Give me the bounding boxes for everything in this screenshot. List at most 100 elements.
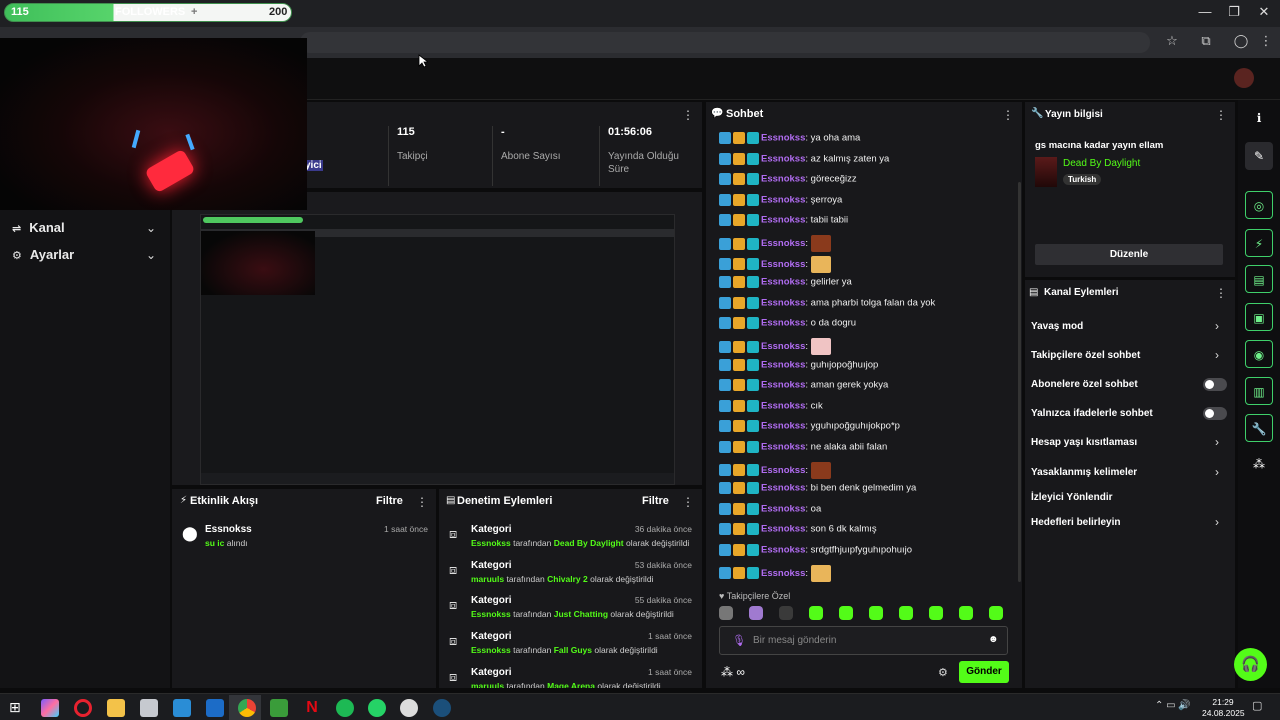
emote-picker-item[interactable] [749, 606, 763, 620]
chat-username[interactable]: Essnokss [761, 194, 805, 205]
windows-start-icon[interactable]: ⊞ [9, 699, 27, 717]
notification-icon[interactable]: ▢ [1252, 699, 1262, 712]
layout-icon[interactable]: ▥ [1245, 377, 1273, 405]
category-link[interactable]: Dead By Daylight [1063, 158, 1140, 169]
kebab-menu-icon[interactable]: ⋮ [682, 495, 694, 509]
moderation-user[interactable]: Essnokss [471, 609, 511, 619]
document-icon[interactable]: ▤ [1245, 265, 1273, 293]
chat-scrollbar[interactable] [1018, 182, 1021, 582]
moderation-user[interactable]: Essnokss [471, 538, 511, 548]
sidebar-item-kanal[interactable]: ⇌ Kanal [12, 220, 65, 235]
minimize-button[interactable]: — [1190, 4, 1220, 22]
moderation-user[interactable]: maruuls [471, 574, 504, 584]
emote-picker-item[interactable] [989, 606, 1003, 620]
chevron-right-icon[interactable]: › [1215, 465, 1219, 479]
emote-picker-item[interactable] [809, 606, 823, 620]
focus-icon[interactable]: ◎ [1245, 191, 1273, 219]
chrome-icon[interactable] [238, 699, 256, 717]
chat-username[interactable]: Essnokss [761, 568, 805, 579]
chat-input[interactable]: 🎙 Bir mesaj gönderin ☻ [719, 626, 1008, 655]
kebab-menu-icon[interactable]: ⋮ [682, 108, 694, 122]
kebab-menu-icon[interactable]: ⋮ [1002, 108, 1014, 122]
emote-picker-item[interactable] [869, 606, 883, 620]
avatar[interactable] [1234, 68, 1254, 88]
chevron-right-icon[interactable]: › [1215, 435, 1219, 449]
extensions-icon[interactable]: ⧉ [1196, 33, 1216, 51]
channel-action-item[interactable]: Yalnızca ifadelerle sohbet [1031, 408, 1153, 419]
microphone-icon[interactable]: 🎙 [732, 634, 746, 647]
channel-action-item[interactable]: Hedefleri belirleyin [1031, 517, 1120, 528]
chat-username[interactable]: Essnokss [761, 133, 805, 144]
chat-username[interactable]: Essnokss [761, 215, 805, 226]
channel-action-item[interactable]: Hesap yaşı kısıtlaması [1031, 437, 1137, 448]
whatsapp-icon[interactable] [368, 699, 386, 717]
gear-icon[interactable]: ⚙ [938, 666, 948, 679]
emote-picker-item[interactable] [959, 606, 973, 620]
toggle-switch[interactable] [1203, 407, 1227, 420]
browser-menu-icon[interactable]: ⋮ [1256, 33, 1276, 51]
steam-icon[interactable] [433, 699, 451, 717]
emote-picker-item[interactable] [929, 606, 943, 620]
toggle-switch[interactable] [1203, 378, 1227, 391]
chevron-down-icon[interactable]: ⌄ [146, 248, 156, 262]
file-explorer-icon[interactable] [107, 699, 125, 717]
points-icon[interactable]: ⁂ ∞ [721, 665, 745, 679]
chat-username[interactable]: Essnokss [761, 238, 805, 249]
chat-username[interactable]: Essnokss [761, 380, 805, 391]
kebab-menu-icon[interactable]: ⋮ [1215, 108, 1227, 122]
info-icon[interactable]: ℹ [1245, 104, 1273, 132]
restore-button[interactable]: ❐ [1219, 4, 1249, 22]
chat-username[interactable]: Essnokss [761, 318, 805, 329]
filter-button[interactable]: Filtre [642, 495, 669, 507]
copilot-icon[interactable] [41, 699, 59, 717]
chat-username[interactable]: Essnokss [761, 421, 805, 432]
address-field[interactable] [300, 32, 1150, 53]
wrench-icon[interactable]: 🔧 [1245, 414, 1273, 442]
app-icon[interactable] [140, 699, 158, 717]
chat-username[interactable]: Essnokss [761, 483, 805, 494]
channel-action-item[interactable]: Yasaklanmış kelimeler [1031, 467, 1137, 478]
chat-username[interactable]: Essnokss [761, 341, 805, 352]
send-button[interactable]: Gönder [959, 661, 1009, 683]
emote-picker-item[interactable] [719, 606, 733, 620]
chat-username[interactable]: Essnokss [761, 277, 805, 288]
kebab-menu-icon[interactable]: ⋮ [1215, 286, 1227, 300]
emoji-icon[interactable]: ☻ [988, 634, 999, 645]
app-icon[interactable] [206, 699, 224, 717]
opera-icon[interactable] [74, 699, 92, 717]
minecraft-icon[interactable] [270, 699, 288, 717]
chat-username[interactable]: Essnokss [761, 524, 805, 535]
chat-icon[interactable]: ▣ [1245, 303, 1273, 331]
moderation-user[interactable]: maruuls [471, 681, 504, 688]
emote-picker-item[interactable] [899, 606, 913, 620]
chat-username[interactable]: Essnokss [761, 297, 805, 308]
sidebar-item-ayarlar[interactable]: ⚙ Ayarlar [12, 247, 74, 262]
close-button[interactable]: ✕ [1249, 4, 1279, 22]
chat-username[interactable]: Essnokss [761, 153, 805, 164]
channel-action-item[interactable]: Yavaş mod [1031, 321, 1083, 332]
chevron-right-icon[interactable]: › [1215, 348, 1219, 362]
broadcast-icon[interactable]: ◉ [1245, 340, 1273, 368]
obs-icon[interactable] [400, 699, 418, 717]
filter-button[interactable]: Filtre [376, 495, 403, 507]
chat-username[interactable]: Essnokss [761, 359, 805, 370]
chat-username[interactable]: Essnokss [761, 545, 805, 556]
edit-button[interactable]: Düzenle [1035, 244, 1223, 265]
chat-username[interactable]: Essnokss [761, 503, 805, 514]
spotify-icon[interactable] [336, 699, 354, 717]
chat-username[interactable]: Essnokss [761, 259, 805, 270]
channel-action-item[interactable]: Takipçilere özel sohbet [1031, 350, 1140, 361]
chevron-right-icon[interactable]: › [1215, 319, 1219, 333]
netflix-icon[interactable]: N [303, 699, 321, 717]
clock[interactable]: 21:29 24.08.2025 [1202, 697, 1245, 719]
tray-icons[interactable]: ⌃ ▭ 🔊 [1155, 700, 1191, 711]
bookmark-star-icon[interactable]: ☆ [1162, 33, 1182, 51]
lightning-icon[interactable]: ⚡ [1245, 229, 1273, 257]
chevron-right-icon[interactable]: › [1215, 515, 1219, 529]
kebab-menu-icon[interactable]: ⋮ [416, 495, 428, 509]
support-button[interactable]: 🎧 [1234, 648, 1267, 681]
chat-username[interactable]: Essnokss [761, 465, 805, 476]
app-icon[interactable] [173, 699, 191, 717]
channel-action-item[interactable]: İzleyici Yönlendir [1031, 492, 1113, 503]
moderation-user[interactable]: Essnokss [471, 645, 511, 655]
